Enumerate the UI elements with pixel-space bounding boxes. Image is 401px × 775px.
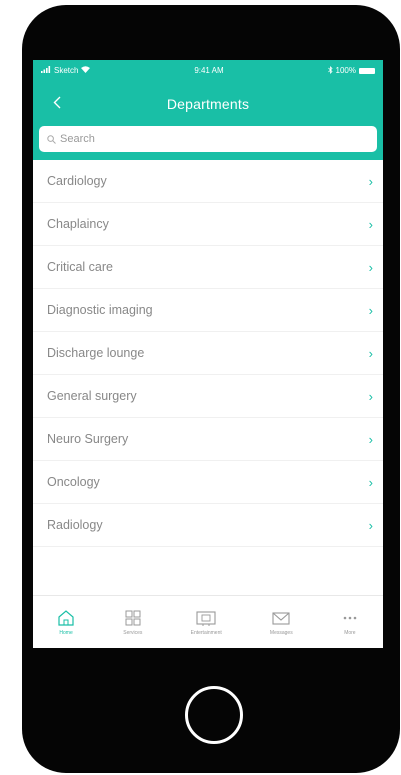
search-icon <box>47 134 56 144</box>
department-label: Diagnostic imaging <box>47 303 153 317</box>
tab-label: More <box>344 629 356 636</box>
chevron-right-icon: › <box>368 173 373 189</box>
chevron-right-icon: › <box>368 302 373 318</box>
department-label: General surgery <box>47 389 137 403</box>
battery-percent: 100% <box>335 66 356 75</box>
mail-icon <box>271 609 291 627</box>
carrier-label: Sketch <box>54 66 79 75</box>
signal-icon <box>41 66 51 75</box>
tab-label: Messages <box>269 629 293 636</box>
list-item[interactable]: Neuro Surgery › <box>33 418 383 461</box>
department-list: Cardiology › Chaplaincy › Critical care … <box>33 160 383 547</box>
chevron-left-icon <box>53 93 61 114</box>
list-item[interactable]: Oncology › <box>33 461 383 504</box>
chevron-right-icon: › <box>368 388 373 404</box>
search-placeholder: Search <box>60 133 95 145</box>
list-item[interactable]: Chaplaincy › <box>33 203 383 246</box>
wifi-icon <box>81 66 91 75</box>
list-item[interactable]: Cardiology › <box>33 160 383 203</box>
status-time: 9:41 AM <box>194 66 224 75</box>
bluetooth-icon <box>327 65 333 76</box>
status-right: 100% <box>327 65 375 76</box>
chevron-right-icon: › <box>368 345 373 361</box>
nav-bar: Departments <box>33 81 383 126</box>
search-input[interactable]: Search <box>39 126 377 152</box>
app-screen: Sketch 9:41 AM 100% Departments Search C… <box>33 60 383 648</box>
department-label: Oncology <box>47 475 100 489</box>
page-title: Departments <box>166 95 250 112</box>
tab-more[interactable]: More <box>341 609 359 636</box>
home-icon <box>57 609 75 627</box>
more-icon <box>341 609 359 627</box>
tab-services[interactable]: Services <box>123 609 142 636</box>
list-item[interactable]: Critical care › <box>33 246 383 289</box>
tab-home[interactable]: Home <box>57 609 75 636</box>
search-bar: Search <box>33 126 383 160</box>
chevron-right-icon: › <box>368 517 373 533</box>
list-item[interactable]: Discharge lounge › <box>33 332 383 375</box>
tab-messages[interactable]: Messages <box>270 609 293 636</box>
department-label: Discharge lounge <box>47 346 145 360</box>
tab-label: Home <box>59 629 73 636</box>
chevron-right-icon: › <box>368 259 373 275</box>
status-left: Sketch <box>41 66 91 75</box>
status-bar: Sketch 9:41 AM 100% <box>33 60 383 81</box>
department-label: Critical care <box>47 260 113 274</box>
chevron-right-icon: › <box>368 474 373 490</box>
department-label: Chaplaincy <box>47 217 109 231</box>
department-label: Cardiology <box>47 174 107 188</box>
tab-bar: Home Services Entertainment Messages Mor… <box>33 595 383 648</box>
tab-label: Entertainment <box>190 629 222 636</box>
department-label: Neuro Surgery <box>47 432 129 446</box>
tab-entertainment[interactable]: Entertainment <box>191 609 222 636</box>
grid-icon <box>124 609 142 627</box>
department-label: Radiology <box>47 518 103 532</box>
tab-label: Services <box>123 629 143 636</box>
list-item[interactable]: Diagnostic imaging › <box>33 289 383 332</box>
battery-icon <box>358 67 375 74</box>
home-button[interactable] <box>185 686 243 744</box>
list-item[interactable]: Radiology › <box>33 504 383 547</box>
list-item[interactable]: General surgery › <box>33 375 383 418</box>
chevron-right-icon: › <box>368 216 373 232</box>
chevron-right-icon: › <box>368 431 373 447</box>
tv-icon <box>195 609 217 627</box>
back-button[interactable] <box>45 81 69 126</box>
